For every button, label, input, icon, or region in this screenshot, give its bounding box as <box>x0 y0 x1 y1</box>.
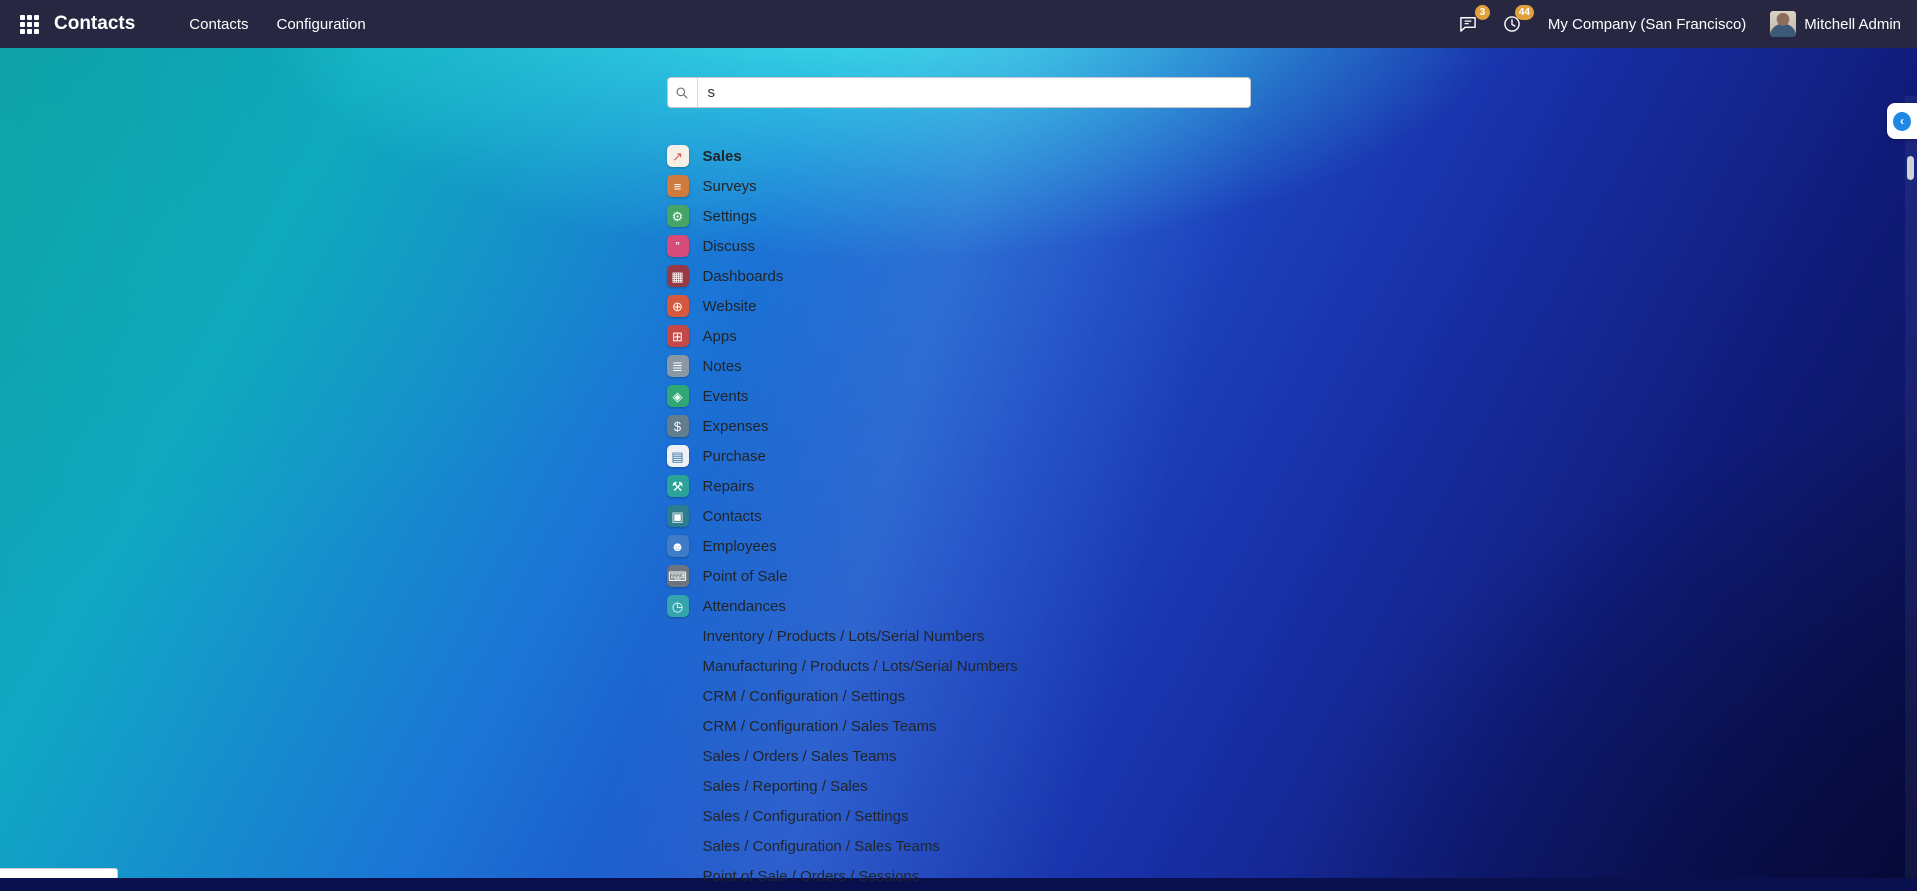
grid-icon <box>20 15 39 34</box>
result-label: Sales / Configuration / Sales Teams <box>703 838 940 855</box>
search-bar <box>667 77 1251 108</box>
result-label: Apps <box>703 328 737 345</box>
settings-app-icon: ⚙ <box>667 205 689 227</box>
result-label: Surveys <box>703 178 757 195</box>
result-label: Sales / Configuration / Settings <box>703 808 909 825</box>
user-name: Mitchell Admin <box>1804 16 1901 33</box>
result-label: Dashboards <box>703 268 784 285</box>
search-icon <box>668 78 698 107</box>
menu-contacts[interactable]: Contacts <box>175 2 262 47</box>
status-tooltip <box>0 868 118 878</box>
app-result-settings[interactable]: ⚙ Settings <box>667 201 1251 231</box>
app-result-apps[interactable]: ⊞ Apps <box>667 321 1251 351</box>
app-result-events[interactable]: ◈ Events <box>667 381 1251 411</box>
expenses-app-icon: $ <box>667 415 689 437</box>
app-result-surveys[interactable]: ≡ Surveys <box>667 171 1251 201</box>
apps-menu-button[interactable] <box>16 11 42 37</box>
side-panel-toggle-button[interactable]: ‹ <box>1887 103 1917 139</box>
app-result-dashboards[interactable]: ▦ Dashboards <box>667 261 1251 291</box>
purchase-app-icon: ▤ <box>667 445 689 467</box>
discuss-app-icon: ” <box>667 235 689 257</box>
app-result-website[interactable]: ⊕ Website <box>667 291 1251 321</box>
scrollbar-thumb[interactable] <box>1907 156 1914 180</box>
result-label: Sales / Orders / Sales Teams <box>703 748 897 765</box>
app-result-discuss[interactable]: ” Discuss <box>667 231 1251 261</box>
result-label: Attendances <box>703 598 786 615</box>
side-panel-bubble-icon: ‹ <box>1893 112 1911 131</box>
surveys-app-icon: ≡ <box>667 175 689 197</box>
result-label: CRM / Configuration / Sales Teams <box>703 718 937 735</box>
app-title[interactable]: Contacts <box>54 13 135 35</box>
contacts-app-icon: ▣ <box>667 505 689 527</box>
app-result-employees[interactable]: ☻ Employees <box>667 531 1251 561</box>
home-menu-background: ↗ Sales ≡ Surveys ⚙ Settings ” Discuss ▦ Dashboar… <box>0 48 1917 878</box>
activities-badge: 44 <box>1515 5 1534 20</box>
point-of-sale-app-icon: ⌨ <box>667 565 689 587</box>
top-navbar: Contacts Contacts Configuration 3 44 My … <box>0 0 1917 48</box>
result-label: Point of Sale / Orders / Sessions <box>703 868 920 885</box>
result-label: CRM / Configuration / Settings <box>703 688 906 705</box>
menu-path-result[interactable]: Sales / Orders / Sales Teams <box>667 741 1251 771</box>
app-result-expenses[interactable]: $ Expenses <box>667 411 1251 441</box>
command-palette: ↗ Sales ≡ Surveys ⚙ Settings ” Discuss ▦ Dashboar… <box>667 77 1251 891</box>
result-label: Contacts <box>703 508 762 525</box>
menu-path-result[interactable]: Sales / Reporting / Sales <box>667 771 1251 801</box>
result-label: Expenses <box>703 418 769 435</box>
result-label: Point of Sale <box>703 568 788 585</box>
result-label: Notes <box>703 358 742 375</box>
menu-path-result[interactable]: CRM / Configuration / Sales Teams <box>667 711 1251 741</box>
menu-path-result[interactable]: Point of Sale / Orders / Sessions <box>667 861 1251 891</box>
result-label: Settings <box>703 208 757 225</box>
result-label: Inventory / Products / Lots/Serial Numbe… <box>703 628 985 645</box>
notes-app-icon: ≣ <box>667 355 689 377</box>
events-app-icon: ◈ <box>667 385 689 407</box>
messages-button[interactable]: 3 <box>1456 12 1480 36</box>
search-results-list: ↗ Sales ≡ Surveys ⚙ Settings ” Discuss ▦ Dashboar… <box>667 141 1251 891</box>
attendances-app-icon: ◷ <box>667 595 689 617</box>
apps-app-icon: ⊞ <box>667 325 689 347</box>
menu-path-result[interactable]: Manufacturing / Products / Lots/Serial N… <box>667 651 1251 681</box>
app-result-point-of-sale[interactable]: ⌨ Point of Sale <box>667 561 1251 591</box>
app-result-attendances[interactable]: ◷ Attendances <box>667 591 1251 621</box>
user-menu[interactable]: Mitchell Admin <box>1770 11 1901 37</box>
menu-path-result[interactable]: Inventory / Products / Lots/Serial Numbe… <box>667 621 1251 651</box>
result-label: Sales / Reporting / Sales <box>703 778 868 795</box>
company-switcher[interactable]: My Company (San Francisco) <box>1544 16 1750 33</box>
scrollbar-track <box>1905 96 1917 878</box>
app-result-notes[interactable]: ≣ Notes <box>667 351 1251 381</box>
menu-path-result[interactable]: Sales / Configuration / Sales Teams <box>667 831 1251 861</box>
employees-app-icon: ☻ <box>667 535 689 557</box>
menu-configuration[interactable]: Configuration <box>263 2 380 47</box>
app-result-purchase[interactable]: ▤ Purchase <box>667 441 1251 471</box>
result-label: Website <box>703 298 757 315</box>
sales-app-icon: ↗ <box>667 145 689 167</box>
repairs-app-icon: ⚒ <box>667 475 689 497</box>
dashboards-app-icon: ▦ <box>667 265 689 287</box>
result-label: Manufacturing / Products / Lots/Serial N… <box>703 658 1018 675</box>
app-result-sales[interactable]: ↗ Sales <box>667 141 1251 171</box>
result-label: Employees <box>703 538 777 555</box>
result-label: Discuss <box>703 238 756 255</box>
result-label: Repairs <box>703 478 755 495</box>
app-result-repairs[interactable]: ⚒ Repairs <box>667 471 1251 501</box>
result-label: Sales <box>703 148 742 165</box>
menu-path-result[interactable]: CRM / Configuration / Settings <box>667 681 1251 711</box>
avatar <box>1770 11 1796 37</box>
website-app-icon: ⊕ <box>667 295 689 317</box>
result-label: Events <box>703 388 749 405</box>
messages-badge: 3 <box>1475 5 1490 20</box>
menu-path-result[interactable]: Sales / Configuration / Settings <box>667 801 1251 831</box>
systray: 3 44 My Company (San Francisco) Mitchell… <box>1456 11 1901 37</box>
search-input[interactable] <box>698 78 1250 107</box>
result-label: Purchase <box>703 448 766 465</box>
activities-button[interactable]: 44 <box>1500 12 1524 36</box>
app-result-contacts[interactable]: ▣ Contacts <box>667 501 1251 531</box>
chat-icon <box>1458 14 1478 34</box>
